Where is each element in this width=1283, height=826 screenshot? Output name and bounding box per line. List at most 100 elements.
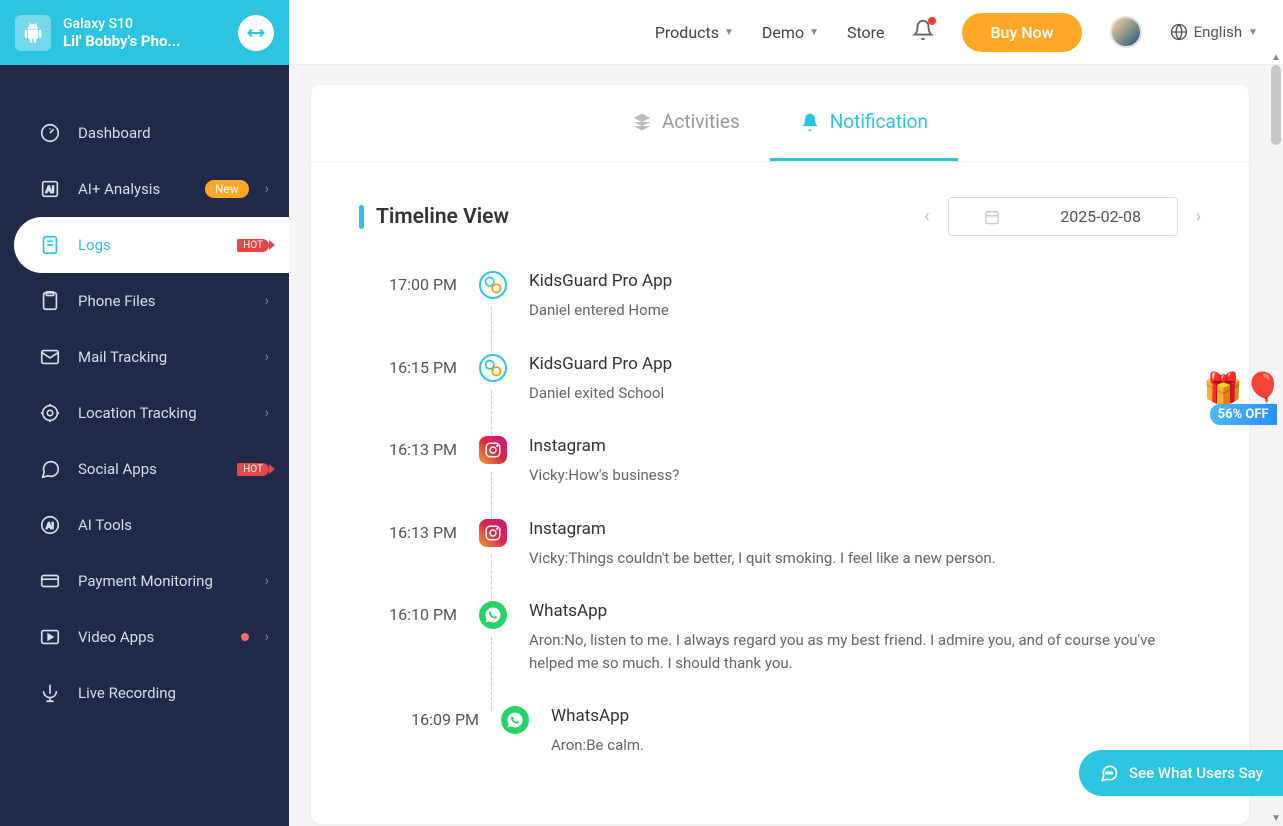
sidebar-item-label: Location Tracking [78,404,249,422]
see-users-button[interactable]: See What Users Say [1079,750,1283,796]
alert-dot [241,633,249,641]
timeline-time: 16:13 PM [379,436,457,487]
location-icon [38,401,62,425]
top-nav: Products▼ Demo▼ Store Buy Now English▼ [289,0,1283,65]
device-switch-button[interactable] [238,15,274,51]
sidebar-item-ai-tools[interactable]: AI AI Tools [0,497,289,553]
nav-store[interactable]: Store [847,23,884,42]
notification-dot [928,17,936,25]
sidebar-item-video-apps[interactable]: Video Apps › [0,609,289,665]
sidebar-item-social-apps[interactable]: Social Apps HOT [0,441,289,497]
date-navigation: ‹ 2025-02-08 › [924,197,1201,236]
sidebar: Dashboard AI AI+ Analysis New › Logs HOT… [0,65,289,826]
timeline-app-name: Instagram [529,519,1201,539]
sidebar-item-label: Dashboard [78,124,269,142]
sidebar-item-label: Payment Monitoring [78,572,249,590]
chevron-down-icon: ▼ [809,27,819,38]
timeline-item: 16:10 PM WhatsApp Aron:No, listen to me.… [379,601,1201,706]
promo-badge: 56% OFF [1210,404,1277,425]
chevron-down-icon: ▼ [724,27,734,38]
sidebar-item-payment-monitoring[interactable]: Payment Monitoring › [0,553,289,609]
scroll-up-arrow[interactable]: ▲ [1271,52,1281,63]
timeline-time: 16:13 PM [379,519,457,570]
hot-badge: HOT [237,239,269,252]
timeline-body: Instagram Vicky:Things couldn't be bette… [529,519,1201,570]
timeline-app-name: WhatsApp [529,601,1201,621]
layers-icon [632,112,652,132]
timeline-message: Daniel exited School [529,382,1201,405]
sidebar-item-logs[interactable]: Logs HOT [14,217,289,273]
timeline-message: Daniel entered Home [529,299,1201,322]
instagram-icon [479,436,507,464]
scroll-down-arrow[interactable]: ▼ [1271,813,1281,824]
sidebar-item-location-tracking[interactable]: Location Tracking › [0,385,289,441]
timeline-app-name: WhatsApp [551,706,1201,726]
logs-icon [38,233,62,257]
device-model: Galaxy S10 [63,16,238,32]
timeline-time: 16:15 PM [379,354,457,405]
sidebar-item-label: Video Apps [78,628,225,646]
date-next-button[interactable]: › [1196,206,1201,227]
ai-tools-icon: AI [38,513,62,537]
sidebar-item-label: AI+ Analysis [78,180,189,198]
nav-demo[interactable]: Demo▼ [762,23,819,42]
nav-products[interactable]: Products▼ [655,23,734,42]
chevron-right-icon: › [265,293,269,309]
avatar[interactable] [1110,16,1142,48]
language-selector[interactable]: English▼ [1170,23,1258,41]
chevron-right-icon: › [265,573,269,589]
instagram-icon [479,519,507,547]
whatsapp-icon [479,601,507,629]
chat-icon [1099,763,1119,783]
bell-icon [800,112,820,132]
main-content: Activities Notification Timeline View ‹ … [289,65,1271,826]
chat-icon [38,457,62,481]
timeline-item: 16:09 PM WhatsApp Aron:Be calm. [379,706,1201,789]
device-name: Lil' Bobby's Pho... [63,32,193,50]
timeline-message: Vicky:Things couldn't be better, I quit … [529,547,1201,570]
timeline-time: 17:00 PM [379,271,457,322]
content-card: Activities Notification Timeline View ‹ … [311,85,1249,824]
chevron-right-icon: › [265,349,269,365]
kidsguard-icon [479,271,507,299]
sidebar-item-label: Phone Files [78,292,249,310]
sidebar-item-phone-files[interactable]: Phone Files › [0,273,289,329]
promo-float[interactable]: 🎁🎈 56% OFF [1203,370,1283,425]
timeline-list: 17:00 PM KidsGuard Pro App Daniel entere… [379,271,1201,789]
timeline-body: Instagram Vicky:How's business? [529,436,1201,487]
timeline-item: 16:15 PM KidsGuard Pro App Daniel exited… [379,354,1201,437]
content-body: Timeline View ‹ 2025-02-08 › 17:00 PM Ki… [311,162,1249,824]
timeline-body: KidsGuard Pro App Daniel exited School [529,354,1201,405]
date-prev-button[interactable]: ‹ [924,206,929,227]
sidebar-item-mail-tracking[interactable]: Mail Tracking › [0,329,289,385]
dashboard-icon [38,121,62,145]
scrollbar[interactable] [1271,65,1281,145]
buy-now-button[interactable]: Buy Now [962,13,1081,52]
tab-activities[interactable]: Activities [602,85,770,161]
timeline-message: Vicky:How's business? [529,464,1201,487]
new-badge: New [205,180,249,198]
sidebar-item-label: Live Recording [78,684,269,702]
sidebar-item-label: Social Apps [78,460,221,478]
svg-text:AI: AI [46,186,54,196]
files-icon [38,289,62,313]
calendar-icon [984,209,1000,225]
tab-notification[interactable]: Notification [770,85,958,161]
sidebar-item-label: Mail Tracking [78,348,249,366]
timeline-app-name: KidsGuard Pro App [529,354,1201,374]
timeline-body: WhatsApp Aron:No, listen to me. I always… [529,601,1201,674]
sidebar-item-live-recording[interactable]: Live Recording [0,665,289,721]
chevron-right-icon: › [265,181,269,197]
sidebar-item-dashboard[interactable]: Dashboard [0,105,289,161]
whatsapp-icon [501,706,529,734]
timeline-item: 17:00 PM KidsGuard Pro App Daniel entere… [379,271,1201,354]
notification-bell[interactable] [912,19,934,45]
device-info: Galaxy S10 Lil' Bobby's Pho... [63,16,238,50]
mail-icon [38,345,62,369]
sidebar-item-ai-analysis[interactable]: AI AI+ Analysis New › [0,161,289,217]
date-picker[interactable]: 2025-02-08 [948,197,1178,236]
recording-icon [38,681,62,705]
gift-icon: 🎁🎈 [1203,370,1283,408]
timeline-message: Aron:No, listen to me. I always regard y… [529,629,1201,674]
tabs: Activities Notification [311,85,1249,162]
